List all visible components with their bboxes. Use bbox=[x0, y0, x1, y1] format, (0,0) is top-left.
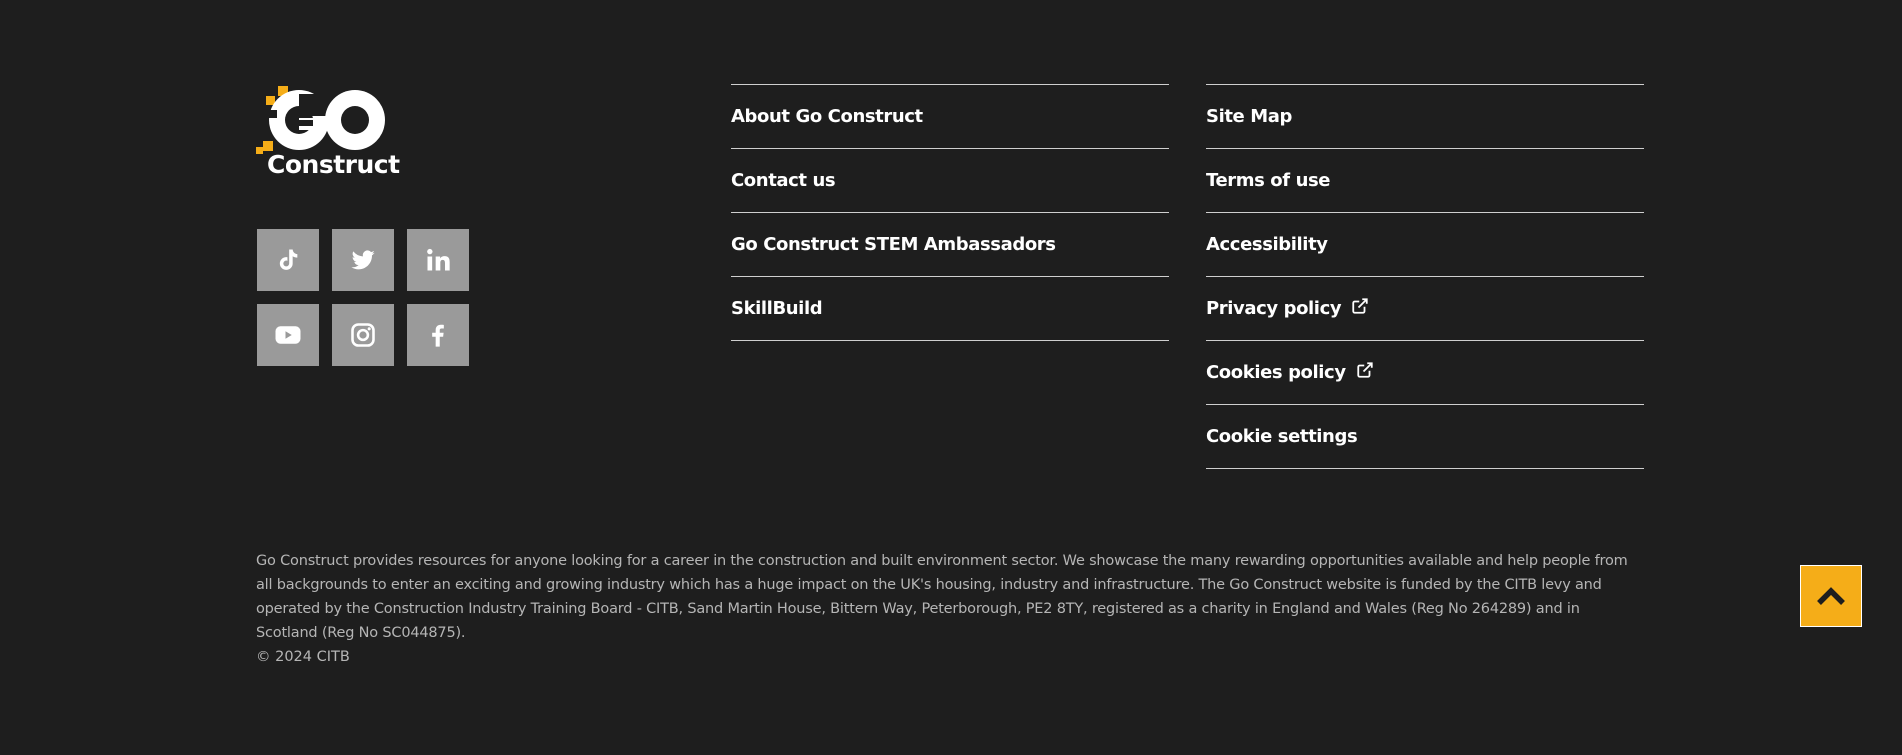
social-twitter-button[interactable] bbox=[332, 229, 394, 291]
link-label: Go Construct STEM Ambassadors bbox=[731, 234, 1056, 255]
twitter-icon bbox=[351, 250, 375, 270]
back-to-top-button[interactable] bbox=[1800, 565, 1862, 627]
link-contact-us[interactable]: Contact us bbox=[731, 148, 1169, 212]
social-linkedin-button[interactable] bbox=[407, 229, 469, 291]
logo-wordmark: Construct bbox=[267, 150, 400, 179]
link-label: Accessibility bbox=[1206, 234, 1328, 255]
link-about-go-construct[interactable]: About Go Construct bbox=[731, 84, 1169, 148]
link-label: SkillBuild bbox=[731, 298, 823, 319]
link-label: About Go Construct bbox=[731, 106, 923, 127]
link-skillbuild[interactable]: SkillBuild bbox=[731, 276, 1169, 341]
footer-description: Go Construct provides resources for anyo… bbox=[256, 553, 1628, 641]
facebook-icon bbox=[432, 324, 444, 347]
link-privacy-policy[interactable]: Privacy policy bbox=[1206, 276, 1644, 340]
link-cookies-policy[interactable]: Cookies policy bbox=[1206, 340, 1644, 404]
footer-links-column-2: Site Map Terms of use Accessibility Priv… bbox=[1206, 84, 1644, 469]
youtube-icon bbox=[275, 326, 301, 344]
social-youtube-button[interactable] bbox=[257, 304, 319, 366]
external-link-icon bbox=[1356, 361, 1374, 384]
chevron-up-icon bbox=[1817, 587, 1845, 605]
link-cookie-settings[interactable]: Cookie settings bbox=[1206, 404, 1644, 469]
social-tiktok-button[interactable] bbox=[257, 229, 319, 291]
social-links bbox=[257, 229, 469, 366]
social-instagram-button[interactable] bbox=[332, 304, 394, 366]
tiktok-icon bbox=[279, 249, 298, 270]
copyright-text: © 2024 CITB bbox=[256, 649, 350, 665]
link-label: Privacy policy bbox=[1206, 298, 1342, 319]
go-construct-logo[interactable]: Construct bbox=[255, 84, 400, 182]
link-site-map[interactable]: Site Map bbox=[1206, 84, 1644, 148]
instagram-icon bbox=[351, 323, 375, 347]
footer-links-column-1: About Go Construct Contact us Go Constru… bbox=[731, 84, 1169, 341]
social-facebook-button[interactable] bbox=[407, 304, 469, 366]
link-label: Cookie settings bbox=[1206, 426, 1358, 447]
link-label: Site Map bbox=[1206, 106, 1292, 127]
link-label: Cookies policy bbox=[1206, 362, 1346, 383]
linkedin-icon bbox=[427, 248, 450, 271]
link-label: Contact us bbox=[731, 170, 836, 191]
link-accessibility[interactable]: Accessibility bbox=[1206, 212, 1644, 276]
link-label: Terms of use bbox=[1206, 170, 1331, 191]
external-link-icon bbox=[1351, 297, 1369, 320]
link-stem-ambassadors[interactable]: Go Construct STEM Ambassadors bbox=[731, 212, 1169, 276]
link-terms-of-use[interactable]: Terms of use bbox=[1206, 148, 1644, 212]
